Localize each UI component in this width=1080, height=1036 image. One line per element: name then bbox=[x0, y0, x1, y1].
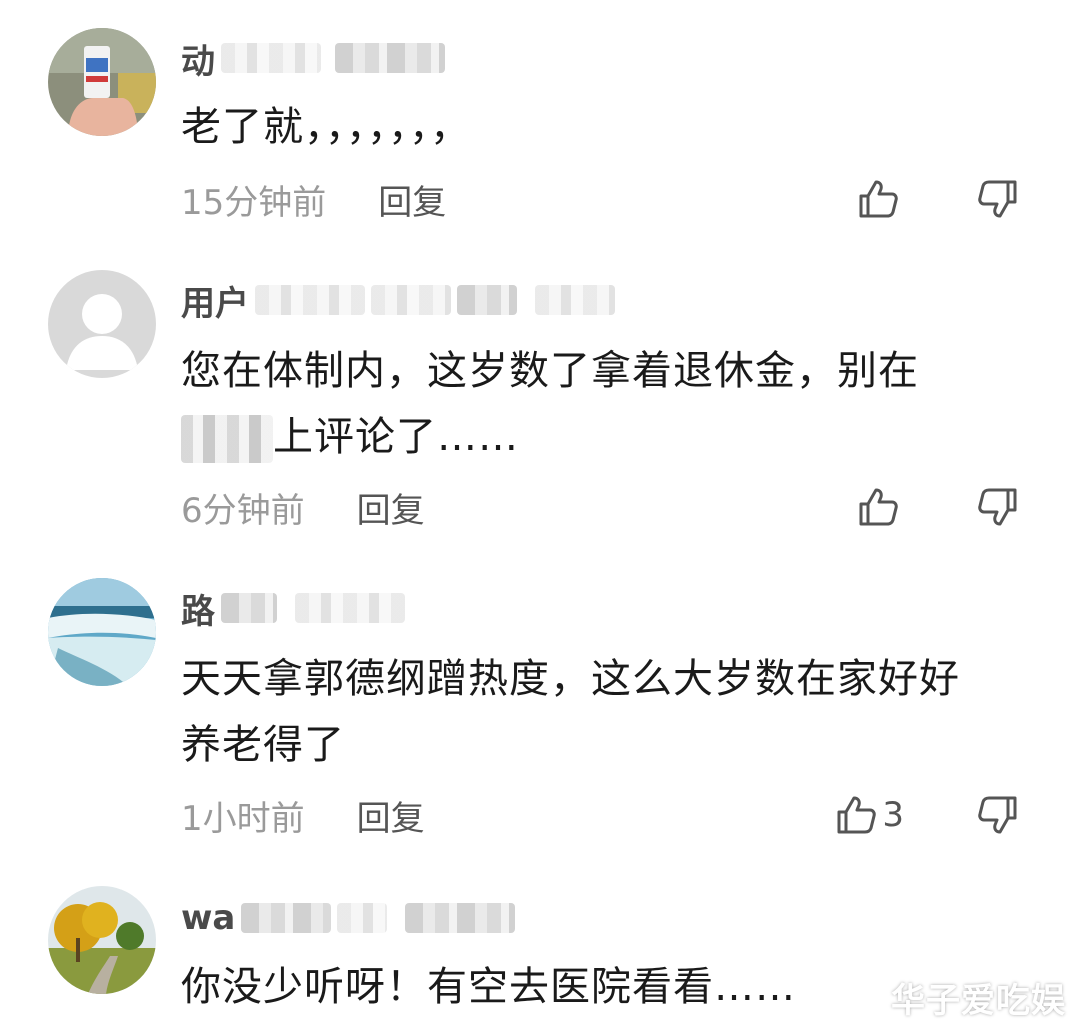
thumbs-down-icon bbox=[978, 796, 1017, 834]
blurred-username-part bbox=[535, 285, 615, 315]
waterfall-avatar-icon bbox=[48, 578, 156, 686]
thumbs-up-icon bbox=[859, 180, 898, 218]
comment-text: 您在体制内，这岁数了拿着退休金，别在 上评论了…… bbox=[181, 338, 1000, 470]
dislike-button[interactable] bbox=[976, 485, 1020, 529]
dislike-button[interactable] bbox=[976, 177, 1020, 221]
username[interactable]: 用户 bbox=[181, 274, 615, 326]
blurred-text bbox=[181, 415, 273, 463]
blurred-username-part bbox=[405, 903, 516, 933]
comment-text-part: 您在体制内，这岁数了拿着退休金，别在 bbox=[181, 348, 919, 394]
blurred-username-part bbox=[335, 43, 445, 73]
comment-meta: 15分钟前 回复 bbox=[181, 174, 446, 224]
comment-text-part: 上评论了…… bbox=[273, 414, 519, 460]
dislike-button[interactable] bbox=[976, 793, 1020, 837]
blurred-username-part bbox=[241, 903, 332, 933]
thumbs-up-icon bbox=[837, 796, 877, 834]
blurred-username-part bbox=[457, 285, 517, 315]
reply-button[interactable]: 回复 bbox=[357, 791, 425, 840]
comment-actions bbox=[856, 174, 1020, 224]
username-text: 动 bbox=[181, 41, 215, 82]
like-count: 3 bbox=[882, 795, 904, 835]
blurred-username-part bbox=[371, 285, 451, 315]
username[interactable]: wa bbox=[181, 892, 516, 944]
blurred-username-part bbox=[221, 593, 277, 623]
blurred-username-part bbox=[255, 285, 365, 315]
blurred-username-part bbox=[295, 593, 405, 623]
username[interactable]: 路 bbox=[181, 582, 405, 634]
thumbs-up-icon bbox=[859, 488, 898, 526]
autumn-trees-avatar-icon bbox=[48, 886, 156, 994]
avatar[interactable] bbox=[48, 28, 156, 136]
like-button[interactable] bbox=[856, 485, 904, 529]
blurred-username-part bbox=[337, 903, 388, 933]
comment-meta: 6分钟前 回复 bbox=[181, 482, 425, 532]
username[interactable]: 动 bbox=[181, 32, 445, 84]
reply-button[interactable]: 回复 bbox=[378, 175, 446, 224]
blurred-username-part bbox=[221, 43, 321, 73]
watermark: 华子爱吃娱 bbox=[891, 981, 1066, 1021]
timestamp: 15分钟前 bbox=[181, 182, 327, 223]
comment-text: 老了就，，，，，，， bbox=[181, 104, 471, 150]
comment-actions bbox=[856, 482, 1020, 532]
comment-meta: 1小时前 回复 bbox=[181, 790, 425, 840]
reply-button[interactable]: 回复 bbox=[357, 483, 425, 532]
like-button[interactable] bbox=[856, 177, 904, 221]
avatar[interactable] bbox=[48, 270, 156, 378]
comment-text: 你没少听呀！有空去医院看看…… bbox=[181, 964, 796, 1010]
comment-text: 天天拿郭德纲蹭热度，这么大岁数在家好好养老得了 bbox=[181, 656, 960, 768]
avatar[interactable] bbox=[48, 578, 156, 686]
thumbs-down-icon bbox=[978, 180, 1017, 218]
username-text: wa bbox=[181, 898, 236, 938]
like-button[interactable]: 3 bbox=[834, 793, 904, 837]
comment-actions: 3 bbox=[834, 790, 1020, 840]
username-text: 用户 bbox=[181, 283, 249, 324]
hand-cup-avatar-icon bbox=[48, 28, 156, 136]
timestamp: 6分钟前 bbox=[181, 490, 305, 531]
default-user-avatar-icon bbox=[48, 270, 156, 378]
thumbs-down-icon bbox=[978, 488, 1017, 526]
avatar[interactable] bbox=[48, 886, 156, 994]
username-text: 路 bbox=[181, 591, 215, 632]
timestamp: 1小时前 bbox=[181, 798, 305, 839]
